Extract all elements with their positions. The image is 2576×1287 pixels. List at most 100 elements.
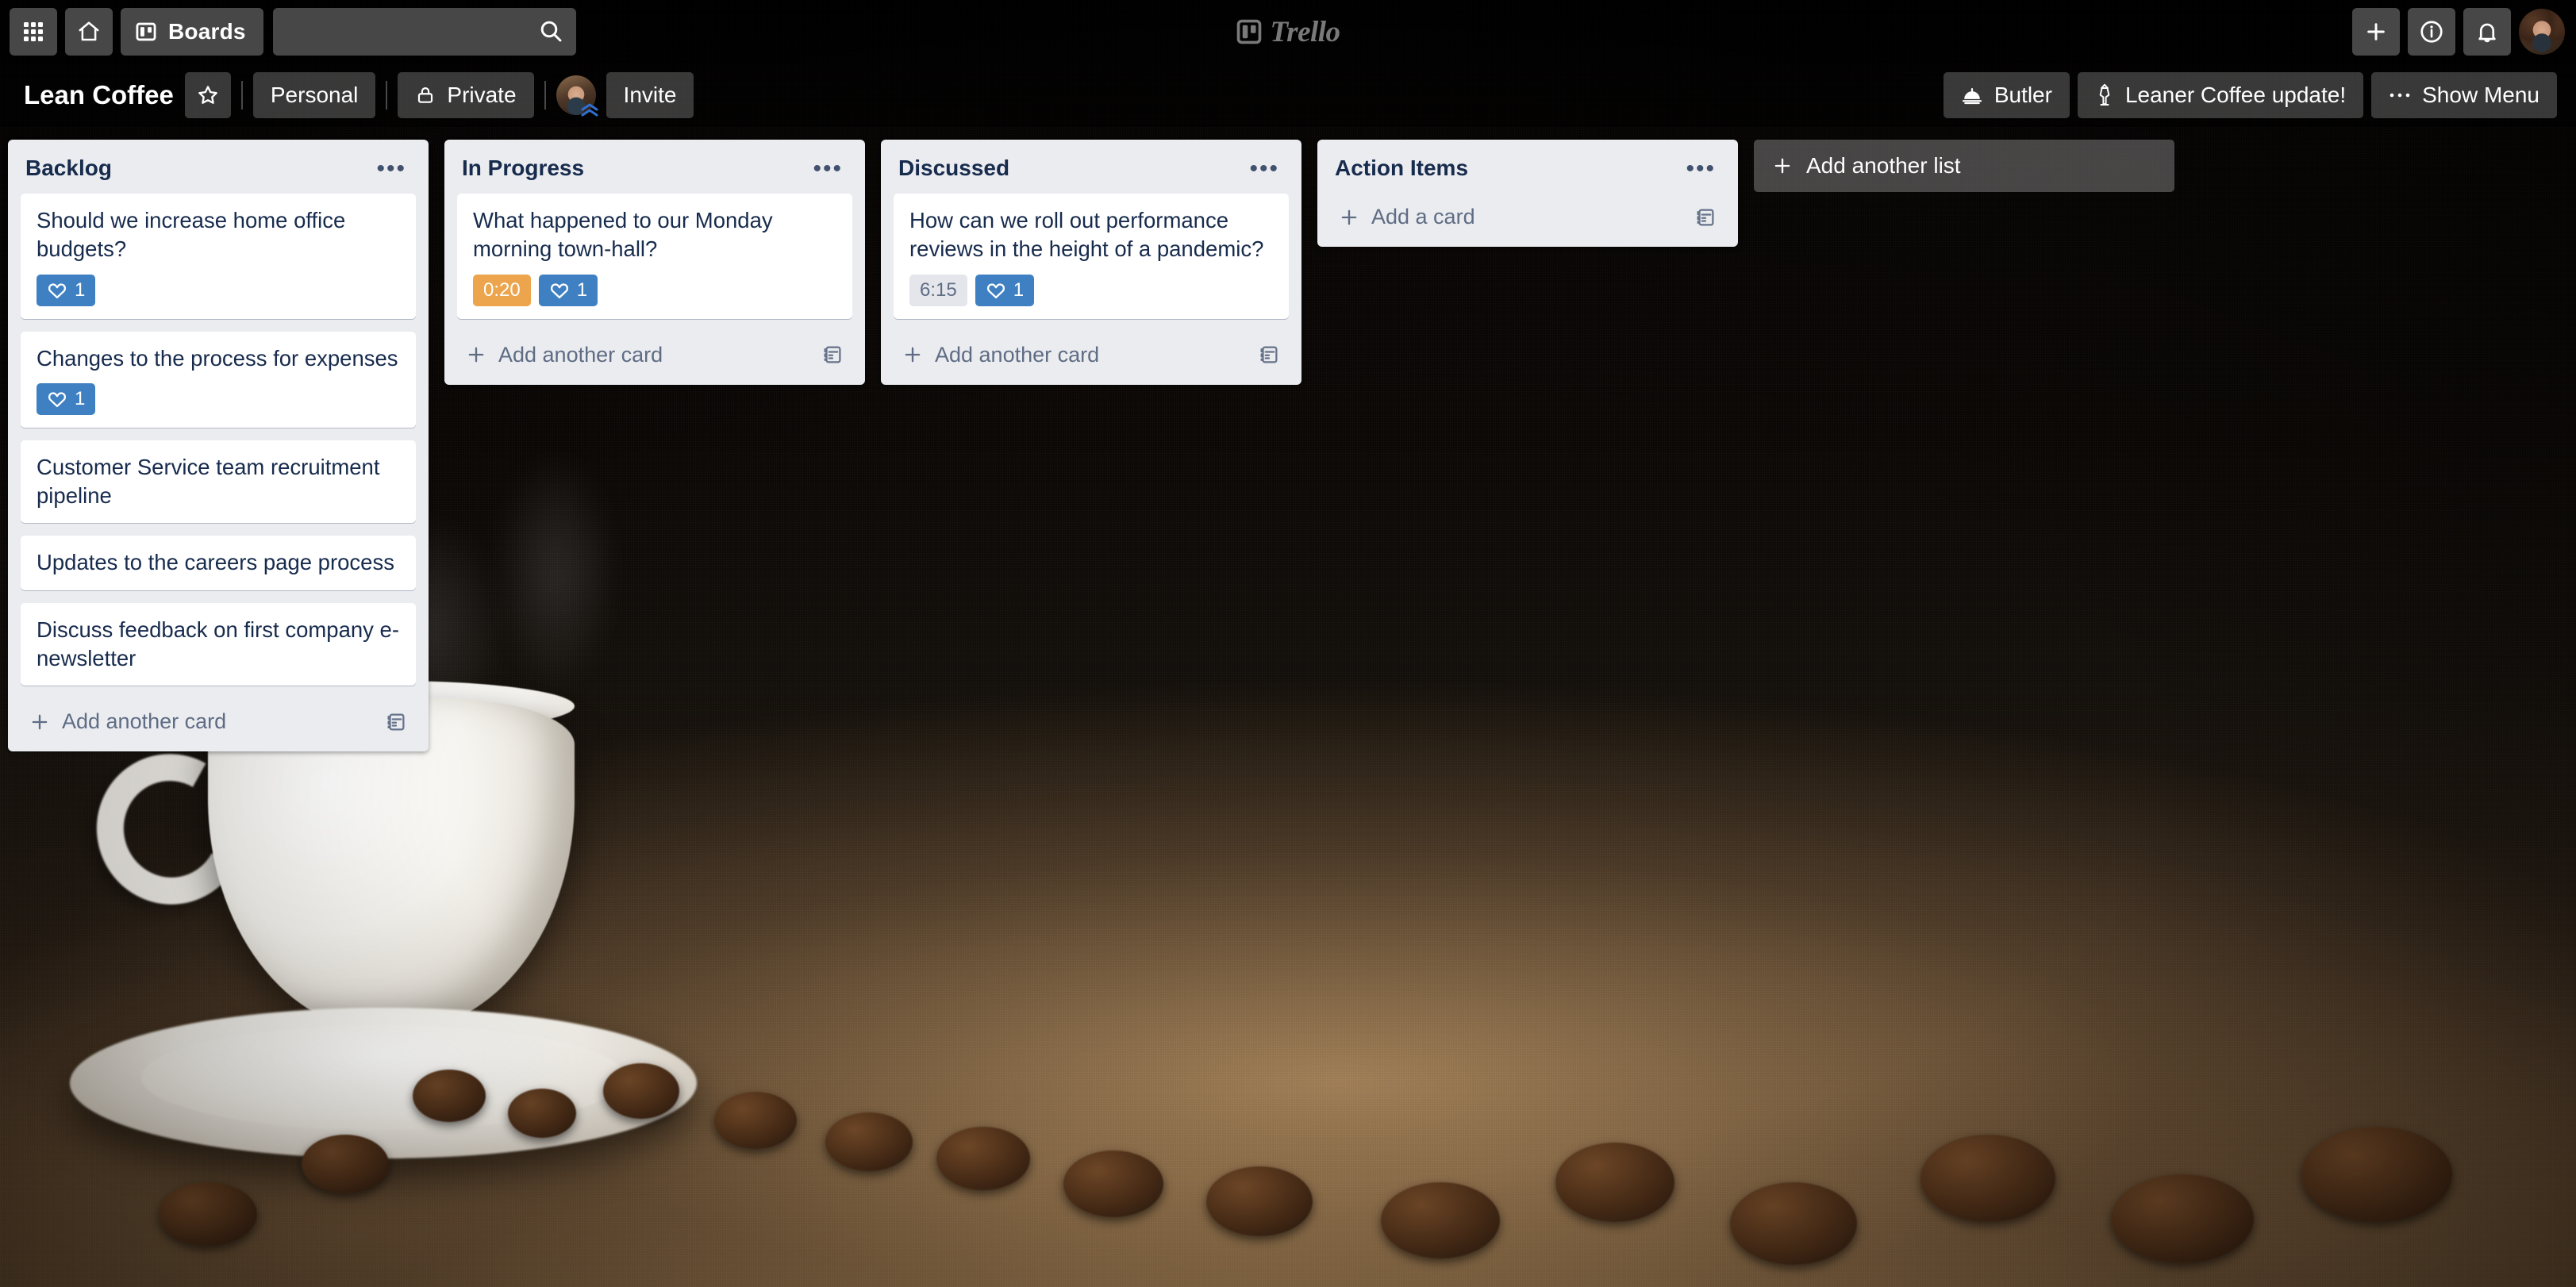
add-card-row: Add a card (1322, 194, 1733, 244)
heart-icon (47, 389, 67, 409)
badge-value: 1 (1013, 279, 1025, 301)
premium-chevron-icon (579, 101, 600, 118)
card[interactable]: What happened to our Monday morning town… (457, 194, 852, 319)
list-title[interactable]: Action Items (1335, 157, 1679, 179)
timer-badge: 0:20 (473, 274, 531, 306)
star-icon (196, 83, 220, 107)
star-board-button[interactable] (184, 72, 231, 118)
add-card-button[interactable]: Add another card (902, 343, 1257, 367)
butler-button-label: Butler (1994, 83, 2052, 107)
add-another-list-button[interactable]: Add another list (1754, 140, 2174, 192)
avatar[interactable] (2519, 9, 2565, 55)
list-header: Action Items ••• (1317, 140, 1738, 194)
list-title[interactable]: Backlog (25, 157, 370, 179)
search-box[interactable] (272, 8, 576, 56)
apps-grid-button[interactable] (10, 8, 57, 56)
heart-icon (549, 280, 570, 301)
card-badges: 0:20 1 (473, 274, 838, 306)
card[interactable]: Updates to the careers page process (21, 536, 416, 590)
list-cards: How can we roll out performance reviews … (881, 194, 1301, 332)
add-card-row: Add another card (13, 698, 424, 748)
badge-value: 1 (75, 387, 86, 409)
add-card-row: Add another card (886, 332, 1297, 382)
card-template-icon[interactable] (1694, 206, 1717, 229)
lock-icon (415, 85, 436, 106)
badge-value: 6:15 (920, 279, 957, 301)
plus-icon (1771, 155, 1794, 177)
badge-value: 1 (75, 279, 86, 301)
card-title: Discuss feedback on first company e-news… (37, 617, 399, 671)
card[interactable]: Customer Service team recruitment pipeli… (21, 440, 416, 524)
board-list: Action Items ••• Add a card (1317, 140, 1738, 247)
trello-logo[interactable]: Trello (1236, 15, 1340, 49)
list-cards: Should we increase home office budgets? 1… (8, 194, 429, 698)
board-visibility-button[interactable]: Private (398, 72, 534, 118)
card-template-icon[interactable] (821, 343, 844, 367)
heart-icon (986, 280, 1006, 301)
add-card-button[interactable]: Add another card (29, 709, 384, 734)
add-card-row: Add another card (449, 332, 860, 382)
board-member-avatar[interactable] (556, 75, 598, 117)
board-team-button[interactable]: Personal (252, 72, 376, 118)
heart-icon (47, 280, 67, 301)
card-template-icon[interactable] (1257, 343, 1281, 367)
timer-badge: 6:15 (909, 274, 967, 306)
trello-logo-text: Trello (1270, 15, 1340, 48)
notifications-button[interactable] (2463, 8, 2511, 56)
boards-button-label: Boards (168, 19, 246, 44)
card[interactable]: Changes to the process for expenses 1 (21, 331, 416, 428)
card[interactable]: How can we roll out performance reviews … (894, 194, 1289, 319)
add-card-label: Add a card (1371, 205, 1475, 229)
trello-logo-icon (1236, 18, 1263, 45)
add-button[interactable] (2352, 8, 2400, 56)
plus-icon (29, 711, 51, 733)
page-title[interactable]: Lean Coffee (11, 80, 185, 110)
add-card-button[interactable]: Add a card (1338, 205, 1694, 229)
list-title[interactable]: In Progress (462, 157, 806, 179)
header-divider (544, 81, 546, 109)
board-visibility-label: Private (447, 83, 517, 107)
butler-button[interactable]: Butler (1943, 72, 2070, 118)
show-menu-button-label: Show Menu (2422, 83, 2539, 107)
board-list: Discussed ••• How can we roll out performa… (881, 140, 1301, 385)
search-input[interactable] (272, 8, 576, 56)
badge-value: 1 (576, 279, 588, 301)
invite-button[interactable]: Invite (606, 72, 694, 118)
plus-icon (902, 344, 924, 366)
card-title: Changes to the process for expenses (37, 345, 398, 371)
list-actions-menu-button[interactable]: ••• (370, 156, 413, 180)
card[interactable]: Should we increase home office budgets? 1 (21, 194, 416, 319)
search-icon (538, 18, 563, 44)
card[interactable]: Discuss feedback on first company e-news… (21, 602, 416, 686)
invite-button-label: Invite (623, 83, 677, 107)
boards-button[interactable]: Boards (121, 8, 263, 56)
list-actions-menu-button[interactable]: ••• (806, 156, 849, 180)
list-cards: What happened to our Monday morning town… (444, 194, 865, 332)
card-template-icon[interactable] (384, 710, 408, 734)
card-badges: 1 (37, 382, 402, 415)
apps-grid-icon (23, 21, 44, 42)
top-navigation-bar: Boards Trello (0, 0, 2576, 63)
show-menu-button[interactable]: Show Menu (2371, 72, 2557, 118)
list-actions-menu-button[interactable]: ••• (1679, 156, 1722, 180)
badge-value: 0:20 (483, 279, 521, 301)
card-title: How can we roll out performance reviews … (909, 208, 1264, 262)
list-header: Backlog ••• (8, 140, 429, 194)
add-card-button[interactable]: Add another card (465, 343, 821, 367)
home-button[interactable] (65, 8, 113, 56)
vote-badge: 1 (37, 274, 96, 306)
card-title: Customer Service team recruitment pipeli… (37, 454, 380, 509)
power-up-button[interactable]: Leaner Coffee update! (2077, 72, 2364, 118)
vote-badge: 1 (975, 274, 1035, 306)
bell-icon (2474, 19, 2500, 44)
add-card-label: Add another card (935, 342, 1100, 367)
information-button[interactable] (2408, 8, 2455, 56)
info-icon (2419, 19, 2444, 44)
card-badges: 1 (37, 274, 402, 306)
list-actions-menu-button[interactable]: ••• (1243, 156, 1286, 180)
coffee-pot-icon (2095, 83, 2114, 107)
board-icon (135, 21, 157, 43)
list-header: Discussed ••• (881, 140, 1301, 194)
add-another-list-label: Add another list (1806, 153, 1961, 178)
list-title[interactable]: Discussed (898, 157, 1243, 179)
